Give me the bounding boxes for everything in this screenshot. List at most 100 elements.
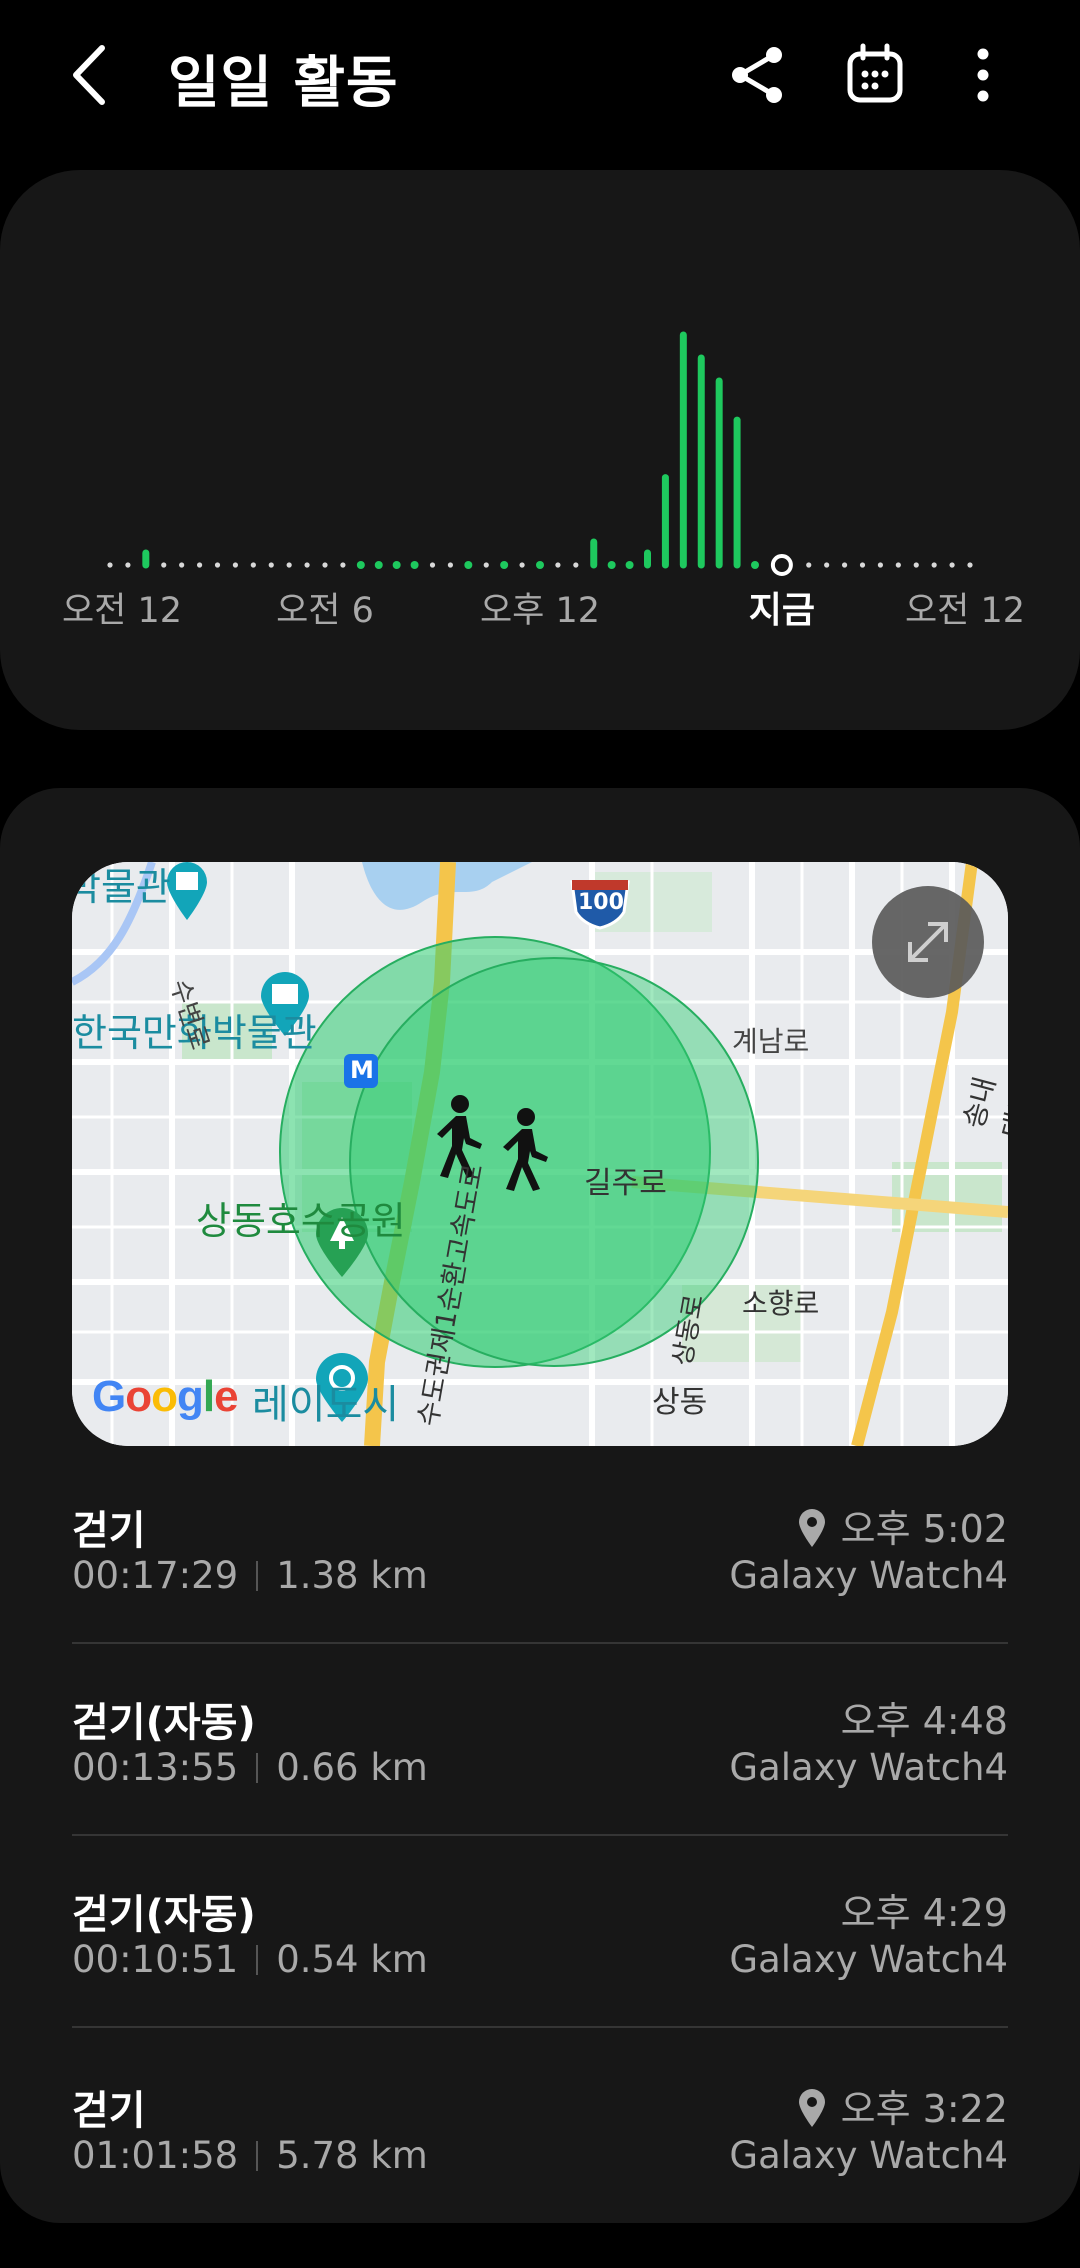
activity-stats: 00:13:55 0.66 km [72,1746,428,1789]
baseline-dots [107,561,973,569]
more-vert-icon[interactable] [948,40,1018,110]
baseline-dot [107,562,113,568]
baseline-dot [895,562,901,568]
activity-device: Galaxy Watch4 [729,1554,1008,1597]
activity-title: 걷기 [72,2088,146,2134]
baseline-dot [304,562,310,568]
baseline-dot [555,562,561,568]
activity-row[interactable]: 걷기 00:17:29 1.38 km 오후 5:02 Galaxy Watch4 [72,1498,1008,1688]
activity-time: 오후 4:48 [840,1699,1008,1743]
activity-device: Galaxy Watch4 [729,1746,1008,1789]
x-tick-label: 오전 12 [905,591,1025,631]
baseline-dot [322,562,328,568]
map-label-area-city: 레이도시 [252,1382,400,1428]
baseline-dot [196,562,203,568]
location-pin-icon [798,1509,825,1547]
map-label-park: 상동호수공원 [196,1199,406,1243]
page-title: 일일 활동 [168,51,399,116]
activity-time: 오후 4:29 [840,1891,1008,1935]
app-header: 일일 활동 [0,0,1080,150]
active-dot [410,561,419,569]
activity-device: Galaxy Watch4 [729,1938,1008,1981]
activity-stats: 00:10:51 0.54 km [72,1938,428,1981]
baseline-dot [214,562,221,568]
activity-time: 오후 3:22 [797,2078,1008,2133]
stat-divider [256,1561,259,1591]
activity-duration: 00:13:55 [72,1746,239,1789]
map-label-street-gil: 길주로 [584,1166,667,1201]
now-marker [770,554,793,576]
row-divider [72,2026,1008,2028]
map-label-museum-top: 박물관 [72,865,171,909]
x-tick-label: 오전 12 [62,591,182,631]
baseline-dot [340,562,346,568]
baseline-dot [806,562,812,568]
route-badge-text: 100 [578,890,624,915]
activity-chart-card[interactable]: 오전 12 오전 6 오후 12 지금 오전 12 [0,170,1080,730]
expand-map-button[interactable] [872,886,984,998]
activity-duration: 00:10:51 [72,1938,239,1981]
google-attribution: Google [92,1372,239,1421]
activity-distance: 0.54 km [276,1938,428,1981]
activity-title: 걷기(자동) [72,1892,256,1938]
walking-person-icon [503,1108,548,1191]
baseline-dot [179,562,185,568]
map-label-street-sohyang: 소향로 [742,1287,820,1320]
row-divider [72,1642,1008,1644]
now-dot [770,554,793,576]
baseline-dot [268,562,274,568]
baseline-dot [286,562,292,568]
stat-divider [256,1753,259,1783]
activity-bars [142,331,741,569]
x-tick-label: 오전 6 [276,591,374,631]
active-dot [625,561,634,569]
row-divider [72,1834,1008,1836]
route-map[interactable]: 100 M 박물관 한국만화박물관 수변로 계남로 상동호수공원 길주로 소향로… [72,862,1008,1446]
active-dot [536,561,544,569]
baseline-dot [483,562,489,568]
x-tick-label: 지금 [749,590,815,631]
baseline-dot [125,562,131,568]
baseline-dot [877,562,884,568]
baseline-dot [232,562,239,568]
activity-row[interactable]: 걷기(자동) 00:13:55 0.66 km 오후 4:48 Galaxy Wa… [72,1690,1008,1880]
baseline-dot [161,562,167,568]
calendar-icon[interactable] [840,40,910,110]
activity-device: Galaxy Watch4 [729,2134,1008,2177]
expand-icon [908,922,948,962]
baseline-dot [447,562,454,568]
baseline-dot [429,562,436,568]
baseline-dot [949,562,955,568]
active-dot [374,561,383,569]
baseline-dot [841,562,848,568]
activity-stats: 00:17:29 1.38 km [72,1554,428,1597]
stat-divider [256,2141,259,2171]
active-dot [392,561,401,569]
activity-distance: 5.78 km [276,2134,428,2177]
activity-distance: 1.38 km [276,1554,428,1597]
activity-distance: 0.66 km [276,1746,428,1789]
activity-title: 걷기(자동) [72,1700,256,1746]
hourly-activity-chart: 오전 12 오전 6 오후 12 지금 오전 12 [62,331,1025,631]
baseline-dot [519,562,525,568]
baseline-dot [250,562,256,568]
active-dot [500,561,509,569]
activity-stats: 01:01:58 5.78 km [72,2134,428,2177]
baseline-dot [573,562,579,568]
x-tick-label: 오후 12 [480,591,600,631]
activity-duration: 01:01:58 [72,2134,239,2177]
map-label-area-sangdong: 상동 [652,1385,708,1420]
active-dot [356,561,365,569]
subway-icon: M [350,1056,374,1084]
active-dot [464,561,473,569]
chevron-left-icon[interactable] [62,40,122,110]
share-icon[interactable] [722,40,792,110]
baseline-dot [824,562,830,568]
baseline-dot [931,562,937,568]
map-label-street-gyenam: 계남로 [732,1025,810,1058]
activity-row[interactable]: 걷기 01:01:58 5.78 km 오후 3:22 Galaxy Watch4 [72,2078,1008,2268]
location-pin-icon [798,2089,825,2127]
activity-duration: 00:17:29 [72,1554,239,1597]
baseline-dot [967,562,973,568]
activity-row[interactable]: 걷기(자동) 00:10:51 0.54 km 오후 4:29 Galaxy Wa… [72,1882,1008,2072]
